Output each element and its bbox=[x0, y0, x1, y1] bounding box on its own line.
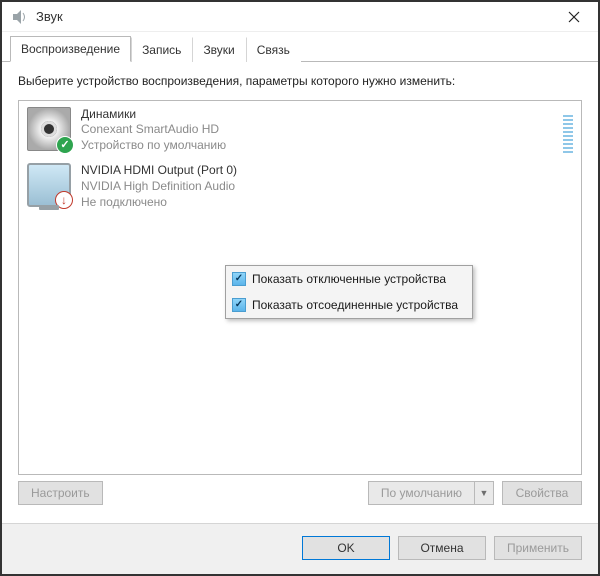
device-text: NVIDIA HDMI Output (Port 0) NVIDIA High … bbox=[81, 163, 573, 210]
tab-playback[interactable]: Воспроизведение bbox=[10, 36, 131, 62]
tab-bar: Воспроизведение Запись Звуки Связь bbox=[2, 34, 598, 62]
level-meter bbox=[563, 107, 573, 154]
button-label: Свойства bbox=[516, 486, 569, 500]
device-item[interactable]: NVIDIA HDMI Output (Port 0) NVIDIA High … bbox=[19, 157, 581, 214]
cancel-button[interactable]: Отмена bbox=[398, 536, 486, 560]
device-status: Не подключено bbox=[81, 195, 573, 211]
tab-communications[interactable]: Связь bbox=[246, 37, 301, 62]
button-label: По умолчанию bbox=[381, 486, 462, 500]
close-button[interactable] bbox=[554, 3, 594, 31]
menu-item-show-disabled[interactable]: ✓ Показать отключенные устройства bbox=[226, 266, 472, 292]
chevron-down-icon: ▼ bbox=[480, 488, 489, 498]
button-label: Настроить bbox=[31, 486, 90, 500]
tab-recording[interactable]: Запись bbox=[131, 37, 192, 62]
set-default-splitbutton[interactable]: По умолчанию ▼ bbox=[368, 481, 494, 505]
set-default-button[interactable]: По умолчанию bbox=[368, 481, 474, 505]
device-name: NVIDIA HDMI Output (Port 0) bbox=[81, 163, 573, 179]
device-item[interactable]: Динамики Conexant SmartAudio HD Устройст… bbox=[19, 101, 581, 158]
tab-body: Выберите устройство воспроизведения, пар… bbox=[2, 62, 598, 523]
configure-button[interactable]: Настроить bbox=[18, 481, 103, 505]
device-desc: NVIDIA High Definition Audio bbox=[81, 179, 573, 195]
menu-item-show-disconnected[interactable]: ✓ Показать отсоединенные устройства bbox=[226, 292, 472, 318]
sound-dialog: Звук Воспроизведение Запись Звуки Связь … bbox=[0, 0, 600, 576]
checkmark-icon: ✓ bbox=[226, 272, 252, 286]
tab-sounds[interactable]: Звуки bbox=[192, 37, 245, 62]
window-title: Звук bbox=[36, 9, 554, 24]
dialog-footer: OK Отмена Применить bbox=[2, 523, 598, 574]
device-name: Динамики bbox=[81, 107, 557, 123]
close-icon bbox=[568, 11, 580, 23]
monitor-icon bbox=[27, 163, 71, 207]
device-list[interactable]: Динамики Conexant SmartAudio HD Устройст… bbox=[18, 100, 582, 475]
context-menu: ✓ Показать отключенные устройства ✓ Пока… bbox=[225, 265, 473, 319]
set-default-dropdown[interactable]: ▼ bbox=[474, 481, 494, 505]
properties-button[interactable]: Свойства bbox=[502, 481, 582, 505]
tab-label: Воспроизведение bbox=[21, 42, 120, 56]
device-text: Динамики Conexant SmartAudio HD Устройст… bbox=[81, 107, 557, 154]
tab-label: Запись bbox=[142, 43, 181, 57]
checkmark-icon: ✓ bbox=[226, 298, 252, 312]
device-buttons-row: Настроить По умолчанию ▼ Свойства bbox=[18, 475, 582, 515]
menu-item-label: Показать отсоединенные устройства bbox=[252, 298, 458, 312]
device-status: Устройство по умолчанию bbox=[81, 138, 557, 154]
button-label: Применить bbox=[507, 541, 569, 555]
device-desc: Conexant SmartAudio HD bbox=[81, 122, 557, 138]
speaker-icon bbox=[27, 107, 71, 151]
instruction-text: Выберите устройство воспроизведения, пар… bbox=[18, 74, 582, 90]
tab-label: Связь bbox=[257, 43, 290, 57]
button-label: Отмена bbox=[420, 541, 463, 555]
button-label: OK bbox=[337, 541, 354, 555]
menu-item-label: Показать отключенные устройства bbox=[252, 272, 446, 286]
apply-button[interactable]: Применить bbox=[494, 536, 582, 560]
ok-button[interactable]: OK bbox=[302, 536, 390, 560]
disconnected-icon bbox=[55, 191, 73, 209]
titlebar: Звук bbox=[2, 2, 598, 32]
tab-label: Звуки bbox=[203, 43, 234, 57]
sound-icon bbox=[10, 8, 28, 26]
default-check-icon bbox=[56, 136, 74, 154]
